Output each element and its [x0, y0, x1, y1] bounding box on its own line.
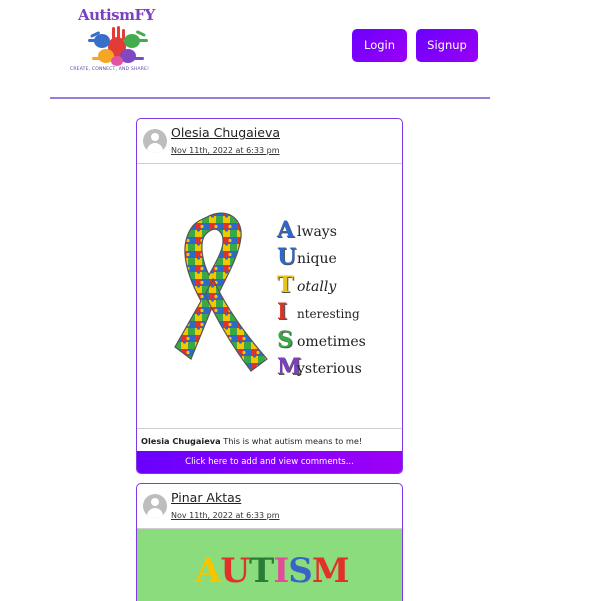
post-author-link[interactable]: Pinar Aktas — [171, 490, 241, 505]
caption-text: This is what autism means to me! — [223, 436, 363, 446]
colorful-hands-icon — [88, 26, 148, 66]
acrostic-line: S ometimes — [277, 324, 377, 352]
post-author-link[interactable]: Olesia Chugaieva — [171, 125, 280, 140]
puzzle-ribbon-icon — [174, 212, 268, 372]
autism-word-art: AUTISM — [195, 551, 349, 591]
post-image[interactable]: AUTISM — [137, 529, 402, 601]
acrostic-line: U nique — [277, 242, 377, 270]
acrostic-line: I nteresting — [277, 297, 377, 325]
acrostic-word: ometimes — [297, 333, 366, 350]
post-card: Olesia Chugaieva Nov 11th, 2022 at 6:33 … — [136, 118, 403, 474]
acrostic-letter: T — [277, 271, 294, 298]
acrostic-word: otally — [297, 278, 337, 295]
logo-tagline: CREATE, CONNECT, AND SHARE! — [70, 67, 150, 72]
post-date-link[interactable]: Nov 11th, 2022 at 6:33 pm — [171, 511, 280, 520]
acrostic-line: A lways — [277, 214, 377, 242]
acrostic-line: T otally — [277, 269, 377, 297]
acrostic-letter: U — [277, 244, 297, 270]
acrostic-letter: S — [277, 326, 293, 353]
acrostic-letter: M — [277, 354, 302, 380]
login-button[interactable]: Login — [352, 29, 407, 62]
signup-button[interactable]: Signup — [416, 29, 478, 62]
acrostic-word: lways — [297, 223, 337, 240]
avatar — [143, 494, 167, 518]
post-card: Pinar Aktas Nov 11th, 2022 at 6:33 pm AU… — [136, 483, 403, 601]
header-divider — [50, 97, 490, 99]
acrostic-letter: A — [277, 216, 295, 243]
acrostic-word: nteresting — [297, 307, 360, 321]
autismfy-logo[interactable]: AutismFY CREATE, CONNECT, AND SHARE! — [68, 6, 164, 76]
acrostic-letter: I — [277, 299, 288, 325]
post-date-link[interactable]: Nov 11th, 2022 at 6:33 pm — [171, 146, 280, 155]
acrostic-text: A lways U nique T otally I nteresting S … — [277, 214, 377, 380]
acrostic-line: M ysterious — [277, 352, 377, 380]
acrostic-word: nique — [297, 251, 337, 267]
acrostic-word: ysterious — [297, 361, 362, 377]
post-header: Olesia Chugaieva Nov 11th, 2022 at 6:33 … — [137, 119, 402, 164]
post-caption: Olesia Chugaieva This is what autism mea… — [137, 431, 402, 451]
view-comments-button[interactable]: Click here to add and view comments... — [137, 451, 402, 473]
post-header: Pinar Aktas Nov 11th, 2022 at 6:33 pm — [137, 484, 402, 529]
post-image[interactable]: A lways U nique T otally I nteresting S … — [137, 164, 402, 429]
avatar — [143, 129, 167, 153]
logo-text: AutismFY — [78, 6, 155, 24]
caption-author: Olesia Chugaieva — [141, 436, 221, 446]
